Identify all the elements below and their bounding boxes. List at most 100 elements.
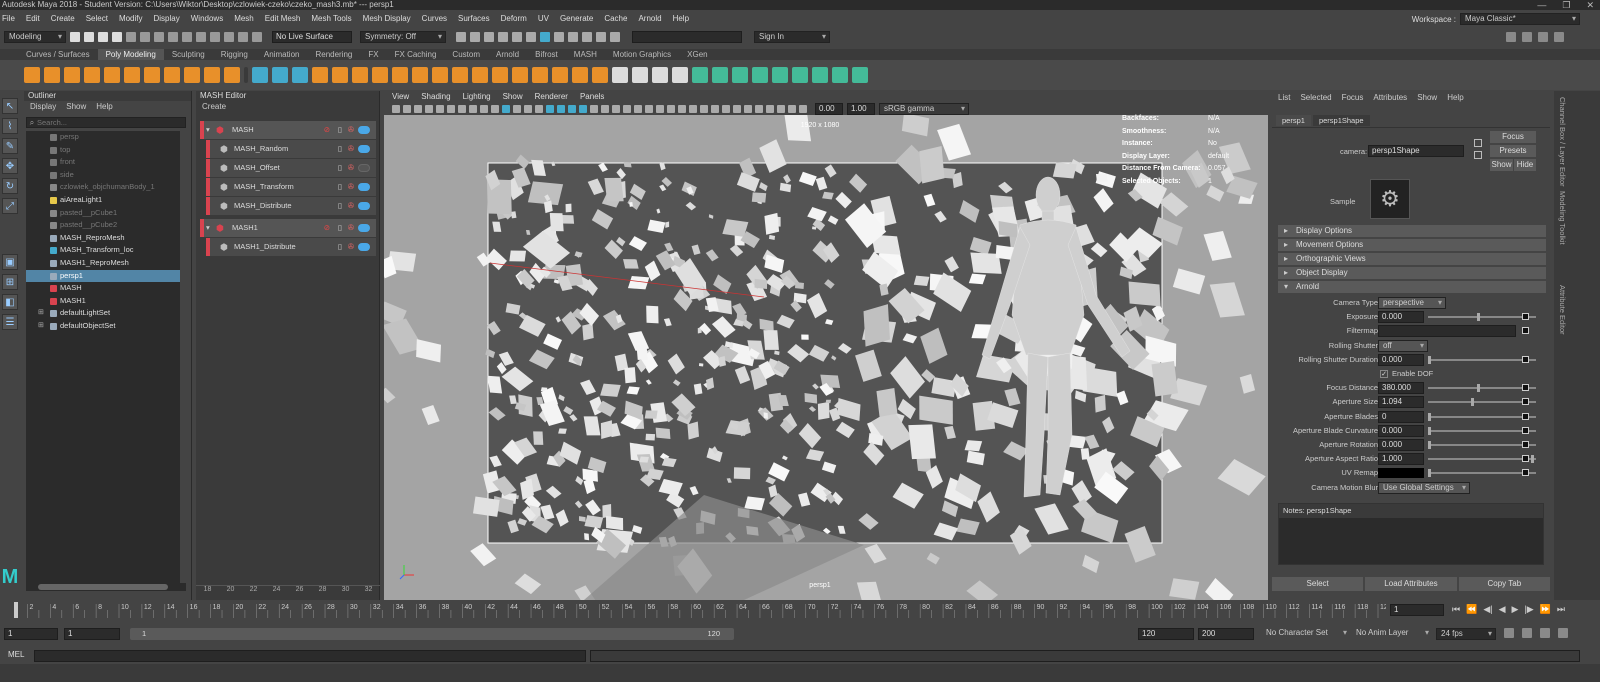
play-back-icon[interactable]: ◀ (1499, 604, 1506, 615)
slider-handle[interactable] (1471, 398, 1475, 407)
status-tool-icon[interactable] (112, 32, 122, 42)
play-forward-icon[interactable]: ▶ (1512, 604, 1519, 615)
node-options-icon[interactable]: ▯ (338, 197, 342, 215)
symmetry-dropdown[interactable]: Symmetry: Off (360, 31, 446, 43)
shelf-tool-icon[interactable] (292, 67, 308, 83)
shelf-tab-rendering[interactable]: Rendering (307, 49, 360, 60)
shelf-tab-poly-modeling[interactable]: Poly Modeling (97, 49, 164, 60)
viewport-tool-icon[interactable] (414, 105, 422, 113)
node-settings-icon[interactable]: ✇ (348, 219, 354, 237)
outliner-menu-show[interactable]: Show (66, 101, 86, 113)
shelf-tool-icon[interactable] (452, 67, 468, 83)
shelf-tool-icon[interactable] (632, 67, 648, 83)
node-settings-icon[interactable]: ✇ (348, 140, 354, 158)
shelf-tab-bifrost[interactable]: Bifrost (527, 49, 566, 60)
step-back-icon[interactable]: ◀| (1483, 604, 1492, 615)
viewport-menu-shading[interactable]: Shading (421, 91, 450, 103)
node-toggle[interactable] (358, 126, 370, 134)
layout-icon[interactable] (1554, 32, 1564, 42)
notes-area[interactable]: Notes: persp1Shape (1278, 503, 1544, 565)
exposure-field[interactable]: 0.00 (815, 103, 843, 115)
outliner-menu-display[interactable]: Display (30, 101, 56, 113)
attr-value-field[interactable]: 0 (1378, 410, 1424, 423)
shelf-tab-xgen[interactable]: XGen (679, 49, 715, 60)
viewport-tool-icon[interactable] (568, 105, 576, 113)
uv-remap-swatch[interactable] (1378, 468, 1424, 479)
single-view-icon[interactable]: ▣ (2, 254, 18, 270)
node-options-icon[interactable]: ▯ (338, 159, 342, 177)
loop-icon[interactable] (1504, 628, 1514, 638)
node-options-icon[interactable]: ▯ (338, 238, 342, 256)
menu-mesh-tools[interactable]: Mesh Tools (311, 14, 351, 23)
node-settings-icon[interactable]: ✇ (348, 238, 354, 256)
node-toggle[interactable] (358, 183, 370, 191)
status-tool-icon[interactable] (210, 32, 220, 42)
gamma-field[interactable]: 1.00 (847, 103, 875, 115)
viewport-tool-icon[interactable] (557, 105, 565, 113)
outliner-search[interactable]: ⌕ (26, 117, 186, 128)
close-button[interactable]: ✕ (1586, 0, 1594, 10)
shelf-tab-rigging[interactable]: Rigging (213, 49, 256, 60)
expand-icon[interactable]: ⊞ (38, 307, 44, 320)
four-view-icon[interactable]: ⊞ (2, 274, 18, 290)
attr-dropdown[interactable]: Use Global Settings (1378, 481, 1470, 494)
shelf-tool-icon[interactable] (592, 67, 608, 83)
layout-icon[interactable] (1538, 32, 1548, 42)
layout-icon[interactable] (1522, 32, 1532, 42)
mash-node-mash-transform[interactable]: ⬢ MASH_Transform ▯ ✇ (206, 178, 376, 196)
playback-start-field[interactable]: 1 (64, 628, 120, 640)
animation-end-field[interactable]: 200 (1198, 628, 1254, 640)
shelf-tool-icon[interactable] (752, 67, 768, 83)
map-button-icon[interactable] (1522, 384, 1529, 392)
map-button-icon[interactable] (1522, 426, 1529, 434)
node-toggle[interactable] (358, 224, 370, 232)
focus-icon[interactable] (1474, 139, 1482, 147)
viewport-menu-show[interactable]: Show (503, 91, 523, 103)
menu-generate[interactable]: Generate (560, 14, 593, 23)
attr-slider[interactable] (1428, 355, 1536, 364)
mash-node-mash-offset[interactable]: ⬢ MASH_Offset ▯ ✇ (206, 159, 376, 177)
status-tool-icon[interactable] (252, 32, 262, 42)
attr-value-field[interactable]: 1.000 (1378, 453, 1424, 466)
shelf-tool-icon[interactable] (272, 67, 288, 83)
shelf-tool-icon[interactable] (732, 67, 748, 83)
render-tool-icon[interactable] (596, 32, 606, 42)
viewport-menu-view[interactable]: View (392, 91, 409, 103)
layout-icon[interactable] (1506, 32, 1516, 42)
load-attributes-button[interactable]: Load Attributes (1365, 577, 1457, 591)
viewport-tool-icon[interactable] (645, 105, 653, 113)
collapse-icon[interactable]: ▾ (206, 219, 210, 237)
shelf-tool-icon[interactable] (224, 67, 240, 83)
shelf-tool-icon[interactable] (104, 67, 120, 83)
key-icon[interactable] (1522, 628, 1532, 638)
shelf-tool-icon[interactable] (612, 67, 628, 83)
ae-tab-persp1[interactable]: persp1 (1276, 115, 1311, 126)
viewport-tool-icon[interactable] (480, 105, 488, 113)
viewport-tool-icon[interactable] (634, 105, 642, 113)
sign-in-button[interactable]: Sign In (754, 31, 830, 43)
shelf-tool-icon[interactable] (44, 67, 60, 83)
map-button-icon[interactable] (1522, 412, 1529, 420)
workspace-dropdown[interactable]: Maya Classic* (1460, 13, 1580, 25)
shelf-tab-custom[interactable]: Custom (444, 49, 488, 60)
map-button-icon[interactable] (1522, 355, 1529, 363)
shelf-tab-arnold[interactable]: Arnold (488, 49, 527, 60)
step-forward-key-icon[interactable]: ⏩ (1540, 604, 1551, 615)
attr-slider[interactable] (1428, 469, 1536, 478)
status-tool-icon[interactable] (70, 32, 80, 42)
side-tab-channel-box-layer-editor[interactable]: Channel Box / Layer Editor (1558, 97, 1567, 187)
show-button[interactable]: Show (1490, 159, 1513, 171)
viewport-tool-icon[interactable] (722, 105, 730, 113)
outliner-item-front[interactable]: front (26, 156, 180, 169)
viewport-tool-icon[interactable] (458, 105, 466, 113)
fps-dropdown[interactable]: 24 fps (1436, 628, 1496, 640)
viewport-tool-icon[interactable] (535, 105, 543, 113)
viewport-tool-icon[interactable] (711, 105, 719, 113)
anim-layer-dropdown[interactable]: No Anim Layer (1352, 628, 1432, 640)
shelf-tab-sculpting[interactable]: Sculpting (164, 49, 213, 60)
shelf-tool-icon[interactable] (164, 67, 180, 83)
node-toggle[interactable] (358, 243, 370, 251)
render-tool-icon[interactable] (568, 32, 578, 42)
viewport-tool-icon[interactable] (590, 105, 598, 113)
mash-node-mash1[interactable]: ▾ ⬢ MASH1 ⊘ ▯ ✇ (200, 219, 376, 237)
